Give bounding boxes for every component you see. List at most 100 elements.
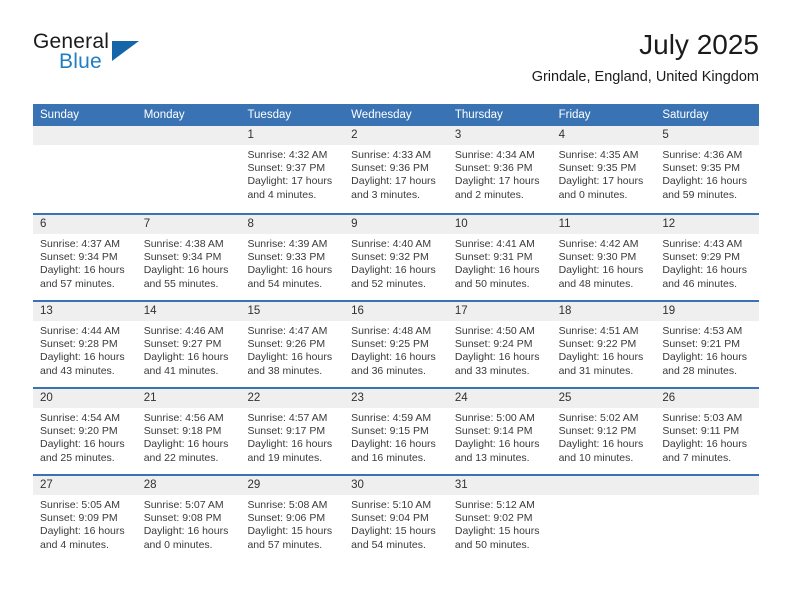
day-info-line: Daylight: 16 hours (40, 351, 125, 364)
day-info-line: Daylight: 17 hours (558, 175, 644, 188)
day-number: 12 (655, 215, 760, 234)
calendar-day-cell[interactable]: 22 Sunrise: 4:57 AM Sunset: 9:17 PM Dayligh… (240, 389, 345, 474)
calendar-day-cell[interactable]: 2 Sunrise: 4:33 AM Sunset: 9:36 PM Daylight… (344, 126, 448, 213)
day-info-line: Sunrise: 4:51 AM (558, 325, 639, 337)
calendar-day-cell[interactable]: 9 Sunrise: 4:40 AM Sunset: 9:32 PM Daylight… (344, 215, 448, 300)
calendar-day-cell[interactable]: 28 Sunrise: 5:07 AM Sunset: 9:08 PM Dayligh… (136, 476, 241, 561)
calendar-day-cell[interactable]: 11 Sunrise: 4:42 AM Sunset: 9:30 PM Dayligh… (551, 215, 656, 300)
day-info-line: Sunset: 9:28 PM (40, 338, 118, 351)
calendar-day-cell[interactable]: 8 Sunrise: 4:39 AM Sunset: 9:33 PM Daylight… (240, 215, 345, 300)
calendar-day-cell[interactable]: 20 Sunrise: 4:54 AM Sunset: 9:20 PM Dayligh… (33, 389, 137, 474)
calendar-day-cell[interactable]: 12 Sunrise: 4:43 AM Sunset: 9:29 PM Dayligh… (655, 215, 760, 300)
calendar-day-cell[interactable]: 19 Sunrise: 4:53 AM Sunset: 9:21 PM Dayligh… (655, 302, 760, 387)
calendar-day-cell[interactable]: 14 Sunrise: 4:46 AM Sunset: 9:27 PM Dayligh… (136, 302, 241, 387)
calendar-day-cell[interactable]: 27 Sunrise: 5:05 AM Sunset: 9:09 PM Dayligh… (33, 476, 137, 561)
day-info-line: and 13 minutes. (454, 451, 530, 464)
day-info-line: Sunrise: 4:44 AM (40, 325, 120, 337)
calendar-day-cell[interactable]: 10 Sunrise: 4:41 AM Sunset: 9:31 PM Dayligh… (447, 215, 552, 300)
day-info-line: Sunset: 9:35 PM (558, 162, 637, 175)
calendar-day-cell[interactable]: 6 Sunrise: 4:37 AM Sunset: 9:34 PM Daylight… (33, 215, 137, 300)
calendar-day-cell[interactable]: 15 Sunrise: 4:47 AM Sunset: 9:26 PM Dayligh… (240, 302, 345, 387)
day-sun-info: Sunrise: 4:32 AM Sunset: 9:37 PM Daylight:… (240, 145, 344, 202)
day-info-line: Sunset: 9:29 PM (662, 251, 740, 264)
day-info-line: Sunset: 9:36 PM (351, 162, 429, 175)
brand-logo[interactable]: General Blue (33, 30, 163, 82)
day-number: 19 (655, 302, 760, 321)
day-number: 1 (240, 126, 345, 145)
day-number: 6 (33, 215, 137, 234)
day-info-line: Sunrise: 4:32 AM (247, 149, 328, 161)
calendar-day-cell[interactable]: 24 Sunrise: 5:00 AM Sunset: 9:14 PM Dayligh… (447, 389, 552, 474)
day-info-line: Sunrise: 5:00 AM (454, 412, 535, 424)
calendar-day-cell[interactable]: 16 Sunrise: 4:48 AM Sunset: 9:25 PM Dayligh… (344, 302, 448, 387)
day-number: 8 (240, 215, 345, 234)
day-number: 21 (136, 389, 241, 408)
day-info-line: and 41 minutes. (143, 364, 219, 377)
day-info-line: Sunset: 9:06 PM (247, 512, 326, 525)
day-info-line: Daylight: 16 hours (40, 525, 125, 538)
calendar-day-cell[interactable]: 7 Sunrise: 4:38 AM Sunset: 9:34 PM Daylight… (136, 215, 241, 300)
day-sun-info: Sunrise: 4:43 AM Sunset: 9:29 PM Daylight:… (655, 234, 759, 291)
day-info-line: Daylight: 17 hours (351, 175, 436, 188)
day-number (136, 126, 241, 145)
day-info-line: Sunrise: 4:39 AM (247, 238, 328, 250)
day-info-line: Sunrise: 4:54 AM (40, 412, 120, 424)
day-info-line: Sunset: 9:08 PM (143, 512, 222, 525)
day-number: 20 (33, 389, 137, 408)
calendar-day-cell[interactable]: 30 Sunrise: 5:10 AM Sunset: 9:04 PM Dayligh… (344, 476, 448, 561)
day-sun-info: Sunrise: 4:51 AM Sunset: 9:22 PM Daylight:… (552, 321, 656, 378)
day-sun-info: Sunrise: 4:33 AM Sunset: 9:36 PM Daylight:… (344, 145, 448, 202)
day-number: 24 (447, 389, 552, 408)
day-info-line: and 4 minutes. (40, 538, 109, 551)
day-number: 26 (655, 389, 760, 408)
weekday-header-row: Sunday Monday Tuesday Wednesday Thursday Frid… (33, 104, 759, 126)
day-info-line: Sunset: 9:27 PM (143, 338, 222, 351)
title-block: July 2025 Grindale, England, United King… (532, 28, 759, 86)
day-sun-info: Sunrise: 5:12 AM Sunset: 9:02 PM Daylight:… (448, 495, 552, 552)
day-sun-info: Sunrise: 4:57 AM Sunset: 9:17 PM Daylight:… (240, 408, 344, 465)
day-sun-info: Sunrise: 4:59 AM Sunset: 9:15 PM Daylight:… (344, 408, 448, 465)
calendar-day-cell[interactable]: 1 Sunrise: 4:32 AM Sunset: 9:37 PM Daylight… (240, 126, 345, 213)
day-info-line: Sunrise: 5:07 AM (143, 499, 224, 511)
calendar-day-cell[interactable]: 17 Sunrise: 4:50 AM Sunset: 9:24 PM Dayligh… (447, 302, 552, 387)
calendar-day-cell[interactable]: 4 Sunrise: 4:35 AM Sunset: 9:35 PM Daylight… (551, 126, 656, 213)
calendar-day-cell[interactable]: 26 Sunrise: 5:03 AM Sunset: 9:11 PM Dayligh… (655, 389, 760, 474)
day-info-line: Sunset: 9:36 PM (454, 162, 533, 175)
day-info-line: Daylight: 16 hours (558, 264, 644, 277)
day-info-line: Sunrise: 4:57 AM (247, 412, 328, 424)
day-info-line: and 52 minutes. (351, 277, 426, 290)
calendar-week-row: 27 Sunrise: 5:05 AM Sunset: 9:09 PM Dayligh… (33, 474, 760, 561)
day-sun-info: Sunrise: 5:03 AM Sunset: 9:11 PM Daylight:… (655, 408, 759, 465)
calendar-day-cell[interactable]: 21 Sunrise: 4:56 AM Sunset: 9:18 PM Dayligh… (136, 389, 241, 474)
calendar-day-cell[interactable]: 25 Sunrise: 5:02 AM Sunset: 9:12 PM Dayligh… (551, 389, 656, 474)
day-info-line: Daylight: 16 hours (351, 438, 436, 451)
day-sun-info: Sunrise: 5:05 AM Sunset: 9:09 PM Daylight:… (33, 495, 137, 552)
calendar-day-cell[interactable]: 31 Sunrise: 5:12 AM Sunset: 9:02 PM Dayligh… (447, 476, 552, 561)
day-number: 31 (447, 476, 552, 495)
calendar-day-cell[interactable]: 23 Sunrise: 4:59 AM Sunset: 9:15 PM Dayligh… (344, 389, 448, 474)
day-info-line: Sunset: 9:12 PM (558, 425, 637, 438)
day-sun-info: Sunrise: 4:41 AM Sunset: 9:31 PM Daylight:… (448, 234, 552, 291)
day-info-line: Sunset: 9:21 PM (662, 338, 740, 351)
day-info-line: Sunrise: 4:46 AM (143, 325, 224, 337)
day-sun-info: Sunrise: 5:08 AM Sunset: 9:06 PM Daylight:… (240, 495, 344, 552)
calendar-day-cell[interactable]: 29 Sunrise: 5:08 AM Sunset: 9:06 PM Dayligh… (240, 476, 345, 561)
calendar-day-cell[interactable]: 13 Sunrise: 4:44 AM Sunset: 9:28 PM Dayligh… (33, 302, 137, 387)
calendar-day-cell[interactable]: 3 Sunrise: 4:34 AM Sunset: 9:36 PM Daylight… (447, 126, 552, 213)
day-info-line: Sunset: 9:37 PM (247, 162, 326, 175)
day-info-line: Sunrise: 4:40 AM (351, 238, 432, 250)
day-info-line: Sunset: 9:32 PM (351, 251, 429, 264)
day-sun-info: Sunrise: 4:38 AM Sunset: 9:34 PM Daylight:… (137, 234, 241, 291)
calendar-day-cell-empty (655, 476, 760, 561)
day-info-line: Sunset: 9:02 PM (454, 512, 533, 525)
day-info-line: Daylight: 16 hours (143, 264, 229, 277)
day-info-line: Daylight: 16 hours (351, 351, 436, 364)
calendar-week-row: 13 Sunrise: 4:44 AM Sunset: 9:28 PM Dayligh… (33, 300, 760, 387)
day-info-line: Sunrise: 4:53 AM (662, 325, 743, 337)
calendar-day-cell[interactable]: 18 Sunrise: 4:51 AM Sunset: 9:22 PM Dayligh… (551, 302, 656, 387)
day-info-line: and 59 minutes. (662, 188, 738, 201)
calendar-day-cell[interactable]: 5 Sunrise: 4:36 AM Sunset: 9:35 PM Daylight… (655, 126, 760, 213)
day-info-line: Daylight: 16 hours (662, 264, 747, 277)
triangle-logo-icon (112, 41, 139, 61)
day-info-line: and 36 minutes. (351, 364, 426, 377)
